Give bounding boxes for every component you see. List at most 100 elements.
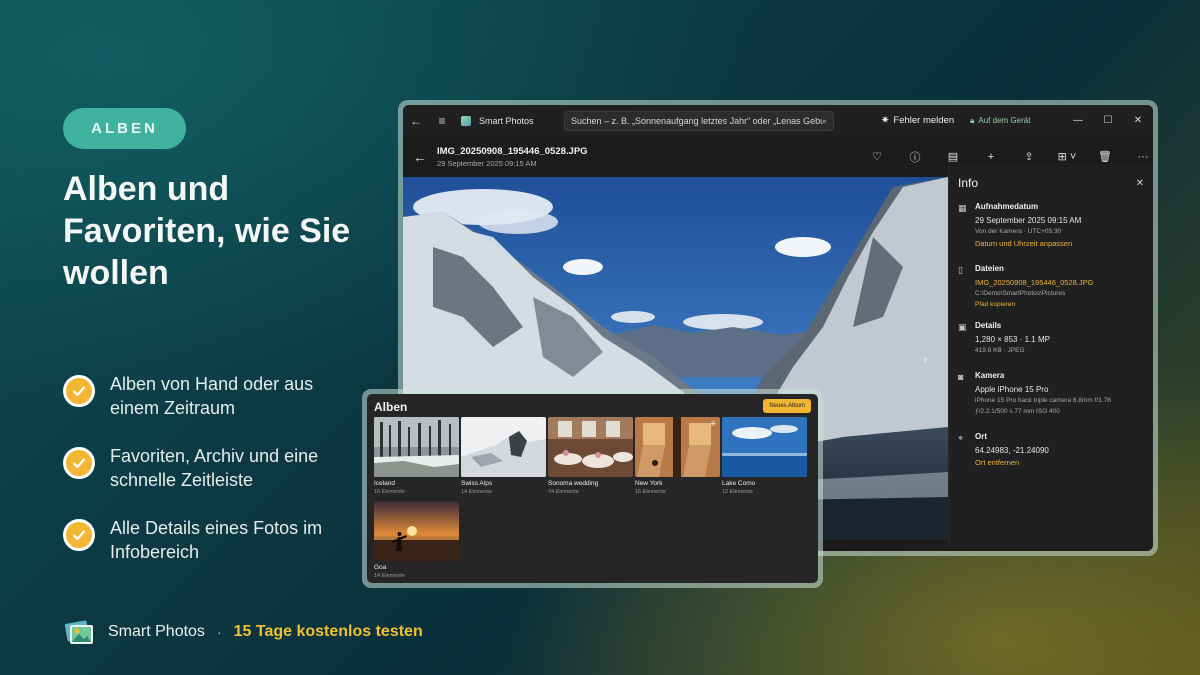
report-label: Fehler melden <box>893 115 955 126</box>
album-card[interactable]: Lake Como 12 Elemente <box>722 417 807 495</box>
albums-panel: Alben Neues Album Iceland 16 Elemente ⁜ … <box>367 394 818 583</box>
bug-icon: ✷ <box>881 115 890 126</box>
app-title: Smart Photos <box>479 115 534 126</box>
album-thumbnail <box>722 417 807 477</box>
file-name: IMG_20250908_195446_0528.JPG <box>437 145 588 157</box>
checkmark-icon <box>63 447 95 479</box>
album-count: 14 Elemente <box>374 573 405 579</box>
album-card[interactable]: Iceland 16 Elemente <box>374 417 459 495</box>
camera-exif: ƒ/2.2 1/500 s 77 mm ISO 400 <box>975 408 1060 415</box>
feature-text: Alle Details eines Fotos im Infobereich <box>110 518 323 562</box>
remove-location-link[interactable]: Ort entfernen <box>975 458 1144 467</box>
camera-sub: iPhone 15 Pro back triple camera 6.8mm f… <box>975 397 1111 404</box>
details-label: Details <box>975 321 1002 330</box>
notes-icon[interactable]: ▤ <box>934 150 972 163</box>
feature-text: Favoriten, Archiv und eine schnelle Zeit… <box>110 446 319 490</box>
album-thumbnail <box>374 417 459 477</box>
more-icon[interactable]: ··· <box>1124 151 1153 163</box>
add-icon[interactable]: + <box>972 151 1010 163</box>
svg-text:›: › <box>923 352 928 366</box>
album-count: 12 Elemente <box>722 489 753 495</box>
trash-icon[interactable]: 🗑︎ <box>1086 150 1124 163</box>
minimize-icon[interactable]: — <box>1063 105 1093 136</box>
info-details: ▣ Details 1,280 × 853 · 1.1 MP 419.8 KB … <box>958 321 1144 358</box>
info-panel: Info ✕ ▦ Aufnahmedatum 29 September 2025… <box>948 166 1153 546</box>
back-button[interactable]: ← <box>405 149 435 165</box>
camera-icon: ◙ <box>958 372 964 382</box>
file-name-link[interactable]: IMG_20250908_195446_0528.JPG <box>975 278 1144 287</box>
capture-label: Aufnahmedatum <box>975 202 1039 211</box>
album-thumbnail: ⁜ <box>635 417 720 477</box>
feature-item: Favoriten, Archiv und eine schnelle Zeit… <box>63 444 363 492</box>
multi-select-icon: ⁜ <box>536 421 542 428</box>
camera-label: Kamera <box>975 371 1005 380</box>
capture-sub: Von der Kamera · UTC+05:30 <box>975 228 1062 235</box>
file-date: 29 September 2025 09:15 AM <box>437 158 537 168</box>
info-icon[interactable]: ⓘ <box>896 149 934 165</box>
adjust-date-link[interactable]: Datum und Uhrzeit anpassen <box>975 239 1144 248</box>
info-files: ▯ Dateien IMG_20250908_195446_0528.JPG C… <box>958 264 1144 308</box>
report-bug-button[interactable]: ✷ Fehler melden <box>881 115 954 126</box>
new-album-button[interactable]: Neues Album <box>763 399 811 413</box>
location-label: Ort <box>975 432 987 441</box>
menu-icon[interactable]: ≡ <box>429 105 455 136</box>
share-icon[interactable]: ⇪ <box>1010 150 1048 163</box>
lock-icon: 🔒︎ <box>970 115 975 125</box>
close-icon[interactable]: ✕ <box>1123 105 1153 136</box>
checkmark-icon <box>63 375 95 407</box>
album-count: 16 Elemente <box>374 489 405 495</box>
album-count: 74 Elemente <box>548 489 579 495</box>
info-capture-date: ▦ Aufnahmedatum 29 September 2025 09:15 … <box>958 202 1144 251</box>
feature-item: Alben von Hand oder aus einem Zeitraum <box>63 372 363 420</box>
back-arrow-icon[interactable]: ← <box>403 105 429 136</box>
file-meta: IMG_20250908_195446_0528.JPG 29 Septembe… <box>437 146 588 168</box>
albums-title: Alben <box>374 400 408 414</box>
capture-value: 29 September 2025 09:15 AM <box>975 216 1082 225</box>
image-icon: ▣ <box>958 322 967 332</box>
info-location: ⌖ Ort 64.24983, -21.24090 Ort entfernen <box>958 432 1144 470</box>
location-pin-icon: ⌖ <box>958 433 964 443</box>
feature-text: Alben von Hand oder aus einem Zeitraum <box>110 374 314 418</box>
search-icon[interactable]: ⌕ <box>822 116 827 127</box>
search-input[interactable]: Suchen – z. B. „Sonnenaufgang letztes Ja… <box>564 111 834 131</box>
file-icon: ▯ <box>958 265 963 275</box>
feature-item: Alle Details eines Fotos im Infobereich <box>63 516 363 564</box>
copy-path-link[interactable]: Pfad kopieren <box>975 301 1144 308</box>
album-card[interactable]: ⁜ Swiss Alps 14 Elemente <box>461 417 546 495</box>
camera-value: Apple iPhone 15 Pro <box>975 385 1049 394</box>
album-thumbnail <box>374 501 459 561</box>
calendar-icon: ▦ <box>958 203 967 213</box>
album-count: 14 Elemente <box>461 489 492 495</box>
album-name: New York <box>635 480 663 487</box>
album-add-icon[interactable]: ⊞ ˅ <box>1048 150 1086 163</box>
title-bar: ← ≡ Smart Photos Suchen – z. B. „Sonnena… <box>403 105 1153 136</box>
feature-list: Alben von Hand oder aus einem Zeitraum F… <box>63 372 363 588</box>
close-info-icon[interactable]: ✕ <box>1136 178 1144 189</box>
trial-link[interactable]: 15 Tage kostenlos testen <box>234 623 423 641</box>
album-thumbnail <box>548 417 633 477</box>
app-icon <box>461 115 471 126</box>
details-sub: 419.8 KB · JPEG <box>975 347 1025 354</box>
maximize-icon[interactable]: ☐ <box>1093 105 1123 136</box>
album-card[interactable]: ⁜ New York 16 Elemente <box>635 417 720 495</box>
footer: Smart Photos · 15 Tage kostenlos testen <box>63 615 423 649</box>
album-card[interactable]: Sonoma wedding 74 Elemente <box>548 417 633 495</box>
album-name: Lake Como <box>722 480 756 487</box>
details-value: 1,280 × 853 · 1.1 MP <box>975 335 1050 344</box>
albums-frame: Alben Neues Album Iceland 16 Elemente ⁜ … <box>362 389 823 588</box>
checkmark-icon <box>63 519 95 551</box>
multi-select-icon: ⁜ <box>710 421 716 428</box>
headline: Alben und Favoriten, wie Sie wollen <box>63 170 351 292</box>
on-device-status: 🔒︎ Auf dem Gerät <box>970 116 1030 126</box>
files-label: Dateien <box>975 264 1004 273</box>
heart-icon[interactable]: ♡ <box>858 150 896 163</box>
footer-separator: · <box>216 624 222 640</box>
album-name: Swiss Alps <box>461 480 493 487</box>
location-value: 64.24983, -21.24090 <box>975 446 1049 455</box>
album-thumbnail: ⁜ <box>461 417 546 477</box>
info-title: Info <box>958 176 979 190</box>
album-card[interactable]: Goa 14 Elemente <box>374 501 459 579</box>
file-path: C:\Demo\SmartPhotos\Pictures <box>975 290 1066 297</box>
footer-app-name: Smart Photos <box>108 623 205 640</box>
section-badge: ALBEN <box>63 108 186 149</box>
